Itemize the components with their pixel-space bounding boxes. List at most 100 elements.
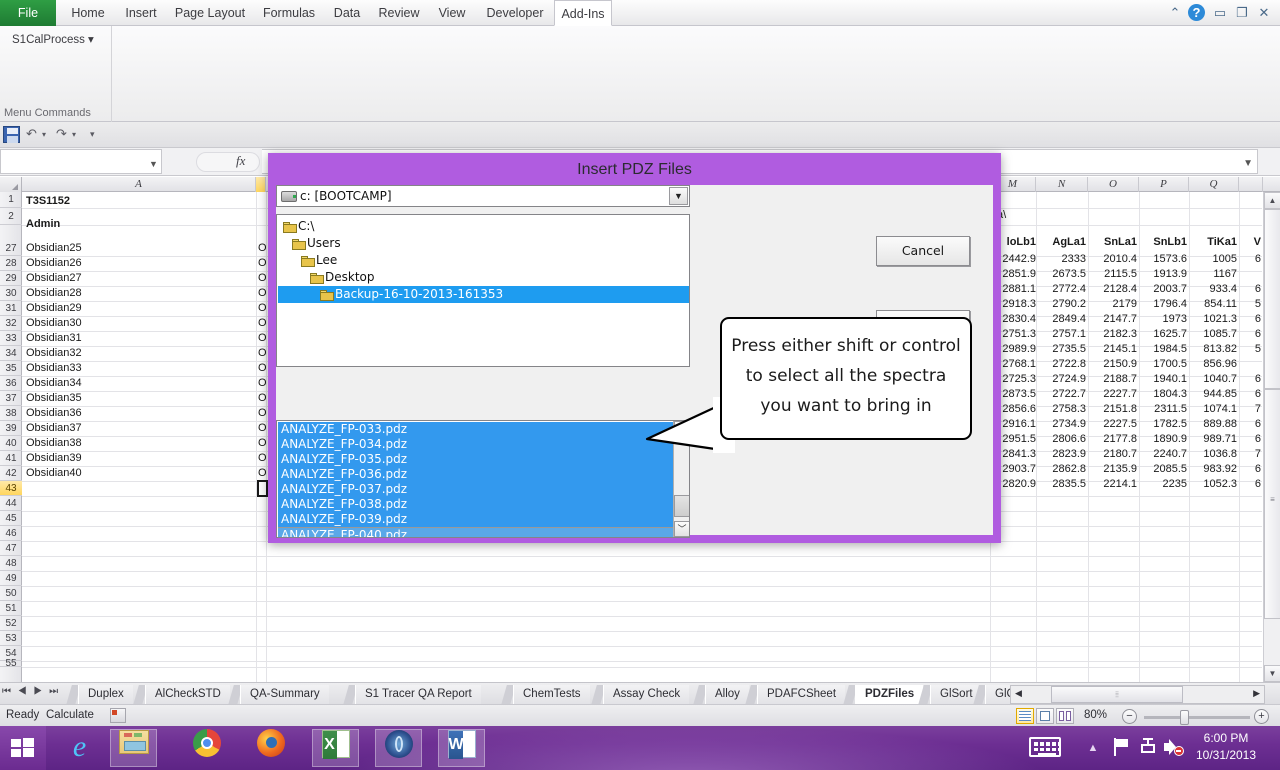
cancel-button[interactable]: Cancel — [876, 236, 970, 266]
scroll-down-button[interactable]: ▼ — [1264, 665, 1280, 682]
cell-b40[interactable]: O — [258, 436, 266, 451]
data-cell[interactable]: 2333 — [1036, 252, 1086, 267]
hscroll-left-icon[interactable]: ◀ — [1015, 688, 1022, 699]
row-header-1[interactable]: 1 — [0, 192, 22, 208]
hscroll-thumb[interactable]: ⦙⦙ — [1051, 686, 1183, 703]
data-cell[interactable]: 1021.3 — [1189, 312, 1237, 327]
sheet-tab-pdzfiles[interactable]: PDZFiles — [855, 685, 923, 705]
tree-item[interactable]: Lee — [301, 252, 337, 269]
cell-a31[interactable]: Obsidian29 — [26, 301, 254, 316]
data-cell[interactable]: 1036.8 — [1189, 447, 1237, 462]
drive-select[interactable]: c: [BOOTCAMP] ▼ — [276, 185, 690, 207]
ribbon-tab-home[interactable]: Home — [60, 0, 116, 26]
cell-b36[interactable]: O — [258, 376, 266, 391]
data-cell[interactable]: 1625.7 — [1139, 327, 1187, 342]
column-header-sel[interactable] — [1239, 177, 1263, 192]
cell-b29[interactable]: O — [258, 271, 266, 286]
action-center-flag-icon[interactable] — [1110, 738, 1134, 761]
data-cell[interactable]: 1973 — [1139, 312, 1187, 327]
data-cell[interactable]: 2214.1 — [1088, 477, 1137, 492]
data-cell[interactable]: 2772.4 — [1036, 282, 1086, 297]
tree-item[interactable]: Users — [292, 235, 341, 252]
undo-dropdown-icon[interactable]: ▾ — [42, 130, 46, 139]
s1calprocess-menu-button[interactable]: S1CalProcess ▾ — [12, 32, 94, 46]
data-cell[interactable]: 1074.1 — [1189, 402, 1237, 417]
row-header-41[interactable]: 41 — [0, 451, 22, 466]
row-header-48[interactable]: 48 — [0, 556, 22, 571]
save-icon[interactable] — [3, 126, 20, 143]
data-cell[interactable] — [1239, 267, 1261, 282]
cell-b31[interactable]: O — [258, 301, 266, 316]
row-header-55[interactable]: 55 — [0, 661, 22, 667]
cell-b39[interactable]: O — [258, 421, 266, 436]
network-icon[interactable] — [1136, 738, 1160, 761]
data-cell[interactable]: 2177.8 — [1088, 432, 1137, 447]
row-header-34[interactable]: 34 — [0, 346, 22, 361]
cell-b35[interactable]: O — [258, 361, 266, 376]
excel-icon[interactable]: X — [312, 729, 359, 767]
cell-a30[interactable]: Obsidian28 — [26, 286, 254, 301]
row-header-50[interactable]: 50 — [0, 586, 22, 601]
cell-a34[interactable]: Obsidian32 — [26, 346, 254, 361]
data-cell[interactable]: 2227.5 — [1088, 417, 1137, 432]
data-cell[interactable]: 1782.5 — [1139, 417, 1187, 432]
row-header-40[interactable]: 40 — [0, 436, 22, 451]
redo-dropdown-icon[interactable]: ▾ — [72, 130, 76, 139]
column-header-sel[interactable] — [256, 177, 266, 192]
data-cell[interactable]: 2673.5 — [1036, 267, 1086, 282]
directory-tree[interactable]: C:\UsersLeeDesktopBackup-16-10-2013-1613… — [276, 214, 690, 367]
ribbon-tab-page-layout[interactable]: Page Layout — [166, 0, 254, 26]
cell-b34[interactable]: O — [258, 346, 266, 361]
row-header-2[interactable]: 2 — [0, 208, 22, 225]
sheet-tab-qa-summary[interactable]: QA-Summary — [240, 685, 329, 705]
cell-a37[interactable]: Obsidian35 — [26, 391, 254, 406]
sheet-tab-alcheckstd[interactable]: AlCheckSTD — [145, 685, 230, 705]
minimize-icon[interactable]: ▭ — [1211, 2, 1229, 24]
row-header-37[interactable]: 37 — [0, 391, 22, 406]
data-cell[interactable]: 2835.5 — [1036, 477, 1086, 492]
cell-a39[interactable]: Obsidian37 — [26, 421, 254, 436]
tree-item[interactable]: C:\ — [283, 218, 314, 235]
file-list-item[interactable]: ANALYZE_FP-035.pdz — [278, 452, 673, 467]
data-cell[interactable]: 2734.9 — [1036, 417, 1086, 432]
hscroll-right-icon[interactable]: ▶ — [1253, 688, 1260, 699]
data-cell[interactable]: 6 — [1239, 477, 1261, 492]
customize-qat-icon[interactable]: ▾ — [90, 129, 95, 140]
file-scroll-down-button[interactable]: ﹀ — [674, 521, 690, 537]
insert-function-icon[interactable]: fx — [236, 153, 245, 169]
data-cell[interactable]: 2180.7 — [1088, 447, 1137, 462]
row-header-28[interactable]: 28 — [0, 256, 22, 271]
column-header-A[interactable]: A — [22, 177, 256, 192]
row-header-46[interactable]: 46 — [0, 526, 22, 541]
data-cell[interactable]: 6 — [1239, 327, 1261, 342]
file-scroll-thumb[interactable] — [674, 495, 690, 517]
firefox-icon[interactable] — [247, 729, 294, 767]
data-cell[interactable]: 1005 — [1189, 252, 1237, 267]
column-label-SnLb1[interactable]: SnLb1 — [1139, 235, 1187, 250]
data-cell[interactable]: 2135.9 — [1088, 462, 1137, 477]
data-cell[interactable]: 1700.5 — [1139, 357, 1187, 372]
scroll-up-button[interactable]: ▲ — [1264, 192, 1280, 209]
zoom-level-label[interactable]: 80% — [1084, 709, 1107, 721]
row-header-47[interactable]: 47 — [0, 541, 22, 556]
normal-view-button[interactable] — [1016, 708, 1034, 724]
column-header-P[interactable]: P — [1139, 177, 1189, 192]
ribbon-tab-formulas[interactable]: Formulas — [254, 0, 324, 26]
column-header-N[interactable]: N — [1036, 177, 1088, 192]
file-list-item[interactable]: ANALYZE_FP-040.pdz — [278, 527, 673, 538]
data-cell[interactable]: 6 — [1239, 432, 1261, 447]
scroll-thumb-upper[interactable] — [1264, 209, 1280, 389]
ribbon-tab-view[interactable]: View — [428, 0, 476, 26]
cell-a28[interactable]: Obsidian26 — [26, 256, 254, 271]
row-header-52[interactable]: 52 — [0, 616, 22, 631]
cell-b37[interactable]: O — [258, 391, 266, 406]
column-label-AgLa1[interactable]: AgLa1 — [1036, 235, 1086, 250]
data-cell[interactable]: 2311.5 — [1139, 402, 1187, 417]
data-cell[interactable]: 983.92 — [1189, 462, 1237, 477]
file-list-item[interactable]: ANALYZE_FP-033.pdz — [278, 422, 673, 437]
cell-a41[interactable]: Obsidian39 — [26, 451, 254, 466]
cell-b28[interactable]: O — [258, 256, 266, 271]
zoom-out-button[interactable]: − — [1122, 709, 1137, 724]
data-cell[interactable]: 6 — [1239, 282, 1261, 297]
data-cell[interactable]: 2147.7 — [1088, 312, 1137, 327]
